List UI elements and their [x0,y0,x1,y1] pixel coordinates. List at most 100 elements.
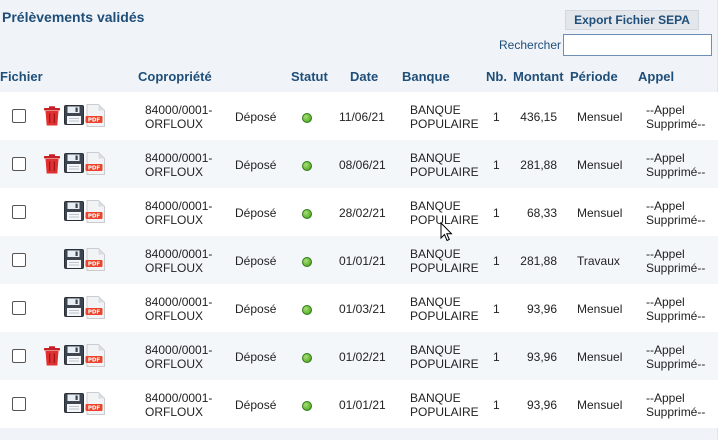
copro-line1: 84000/0001- [145,151,213,165]
svg-text:PDF: PDF [88,406,101,412]
floppy-disk-icon[interactable] [64,345,84,365]
montant-cell: 93,96 [526,398,557,412]
row-checkbox[interactable] [12,397,26,411]
pdf-icon[interactable]: PDF [85,296,105,319]
row-checkbox[interactable] [12,301,26,315]
periode-cell: Mensuel [577,110,623,124]
copro-line2: ORFLOUX [145,261,204,275]
appel-line2: Supprimé-- [646,405,706,419]
appel-line1: --Appel [646,103,685,117]
row-checkbox[interactable] [12,253,26,267]
appel-line2: Supprimé-- [646,165,706,179]
green-dot-icon [302,305,312,315]
floppy-disk-icon[interactable] [64,105,84,125]
table-row: PDF 84000/0001- ORFLOUX Déposé 01/01/21 … [0,236,718,284]
appel-line2: Supprimé-- [646,309,706,323]
search-label: Rechercher [499,38,562,52]
banque-line1: BANQUE [410,247,461,261]
banque-line2: POPULAIRE [410,261,479,275]
green-dot-icon [302,353,312,363]
green-dot-icon [302,257,312,267]
nb-cell: 1 [493,110,500,124]
nb-cell: 1 [493,206,500,220]
appel-line1: --Appel [646,295,685,309]
floppy-disk-icon[interactable] [64,153,84,173]
svg-text:PDF: PDF [88,166,101,172]
column-header-nb[interactable]: Nb. [486,69,507,84]
nb-cell: 1 [493,350,500,364]
export-sepa-button[interactable]: Export Fichier SEPA [565,10,699,30]
banque-line2: POPULAIRE [410,405,479,419]
appel-line1: --Appel [646,199,685,213]
floppy-disk-icon[interactable] [64,249,84,269]
column-header-banque[interactable]: Banque [402,69,450,84]
banque-line1: BANQUE [410,199,461,213]
copro-line2: ORFLOUX [145,117,204,131]
periode-cell: Mensuel [577,398,623,412]
svg-text:PDF: PDF [88,118,101,124]
green-dot-icon [302,209,312,219]
date-cell: 11/06/21 [339,110,385,124]
etat-cell: Déposé [235,158,277,172]
svg-text:PDF: PDF [88,262,101,268]
date-cell: 01/02/21 [339,350,386,364]
banque-line1: BANQUE [410,343,461,357]
column-header-periode[interactable]: Période [570,69,618,84]
copro-line2: ORFLOUX [145,213,204,227]
row-checkbox[interactable] [12,109,26,123]
column-header-appel[interactable]: Appel [638,69,674,84]
pdf-icon[interactable]: PDF [85,200,105,223]
pdf-icon[interactable]: PDF [85,104,105,127]
pdf-icon[interactable]: PDF [85,152,105,175]
copro-line1: 84000/0001- [145,343,213,357]
montant-cell: 281,88 [520,158,557,172]
column-header-montant[interactable]: Montant [513,69,564,84]
table-header: Fichier Copropriété Statut Date Banque N… [0,69,718,89]
column-header-fichier[interactable]: Fichier [0,69,43,84]
table-row: PDF 84000/0001- ORFLOUX Déposé 28/02/21 … [0,188,718,236]
green-dot-icon [302,161,312,171]
pdf-icon[interactable]: PDF [85,392,105,415]
copro-line1: 84000/0001- [145,247,213,261]
appel-line1: --Appel [646,151,685,165]
table-row: PDF 84000/0001- ORFLOUX Déposé 01/02/21 … [0,332,718,380]
pdf-icon[interactable]: PDF [85,248,105,271]
trash-icon[interactable] [43,154,61,174]
etat-cell: Déposé [235,206,277,220]
copro-line1: 84000/0001- [145,199,213,213]
floppy-disk-icon[interactable] [64,393,84,413]
floppy-disk-icon[interactable] [64,297,84,317]
mouse-cursor-icon [440,222,453,242]
pdf-icon[interactable]: PDF [85,344,105,367]
search-input[interactable] [563,34,712,56]
copro-line2: ORFLOUX [145,165,204,179]
row-checkbox[interactable] [12,157,26,171]
column-header-date[interactable]: Date [350,69,378,84]
periode-cell: Mensuel [577,302,623,316]
appel-line2: Supprimé-- [646,357,706,371]
row-checkbox[interactable] [12,205,26,219]
svg-text:PDF: PDF [88,310,101,316]
date-cell: 01/01/21 [339,398,386,412]
table-row: PDF 84000/0001- ORFLOUX Déposé 01/03/21 … [0,284,718,332]
montant-cell: 436,15 [520,110,557,124]
row-checkbox[interactable] [12,349,26,363]
banque-line2: POPULAIRE [410,117,479,131]
etat-cell: Déposé [235,350,277,364]
etat-cell: Déposé [235,254,277,268]
copro-line2: ORFLOUX [145,357,204,371]
copro-line1: 84000/0001- [145,103,213,117]
trash-icon[interactable] [43,106,61,126]
montant-cell: 93,96 [526,350,557,364]
floppy-disk-icon[interactable] [64,201,84,221]
etat-cell: Déposé [235,110,277,124]
column-header-statut[interactable]: Statut [291,69,328,84]
appel-line1: --Appel [646,247,685,261]
banque-line2: POPULAIRE [410,309,479,323]
banque-line1: BANQUE [410,295,461,309]
copro-line1: 84000/0001- [145,295,213,309]
trash-icon[interactable] [43,346,61,366]
copro-line2: ORFLOUX [145,405,204,419]
etat-cell: Déposé [235,302,277,316]
column-header-copropriete[interactable]: Copropriété [138,69,212,84]
